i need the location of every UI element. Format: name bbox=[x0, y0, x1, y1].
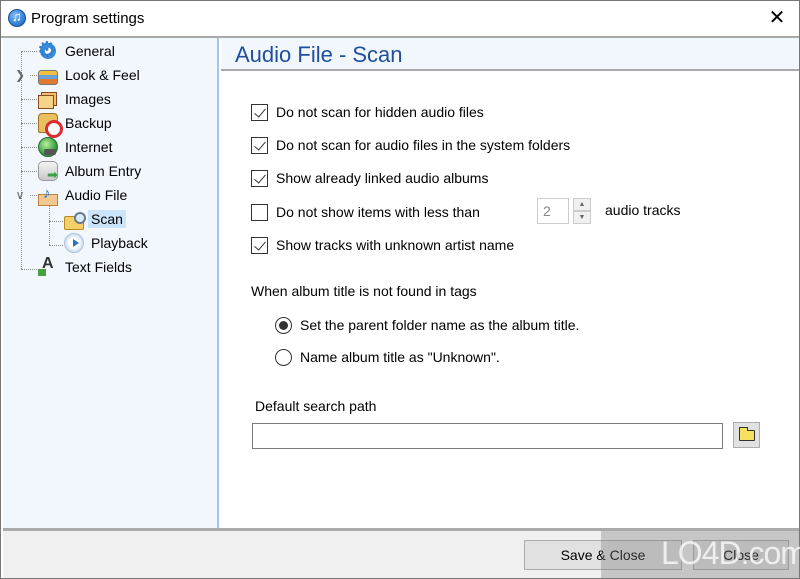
tree-item-label: Images bbox=[65, 91, 111, 107]
tree-line bbox=[30, 195, 37, 196]
option-system-folders[interactable]: Do not scan for audio files in the syste… bbox=[251, 134, 570, 156]
browse-folder-button[interactable] bbox=[733, 422, 760, 448]
checkbox-unknown-artist[interactable] bbox=[251, 236, 268, 254]
tree-item-look-feel[interactable]: Look & Feel bbox=[38, 64, 143, 86]
radio-unknown[interactable]: Name album title as "Unknown". bbox=[275, 346, 500, 368]
text-fields-icon bbox=[38, 255, 58, 277]
option-label: Show already linked audio albums bbox=[276, 170, 489, 186]
album-title-section-label: When album title is not found in tags bbox=[251, 283, 477, 299]
tree-item-label: Playback bbox=[91, 235, 148, 251]
radio-button[interactable] bbox=[275, 348, 292, 366]
tree-line bbox=[49, 206, 50, 245]
checkbox-hidden-files[interactable] bbox=[251, 103, 268, 121]
gear-icon bbox=[37, 37, 58, 63]
tree-item-internet[interactable]: Internet bbox=[38, 136, 115, 158]
tree-line bbox=[21, 171, 37, 172]
radio-button[interactable] bbox=[275, 316, 292, 334]
album-entry-icon bbox=[38, 161, 58, 183]
program-settings-window: Program settings ✕ ❯ ∨ General Look & Fe… bbox=[0, 0, 800, 579]
tree-item-label: Text Fields bbox=[65, 259, 132, 275]
tree-line bbox=[21, 269, 37, 270]
tree-line bbox=[21, 51, 22, 269]
tree-item-text-fields[interactable]: Text Fields bbox=[38, 255, 135, 278]
watermark-overlay: LO4D.com bbox=[601, 531, 800, 579]
watermark-text: LO4D.com bbox=[661, 535, 800, 571]
tree-line bbox=[21, 99, 37, 100]
checkbox-linked-albums[interactable] bbox=[251, 169, 268, 187]
tree-line bbox=[21, 147, 37, 148]
radio-parent-folder[interactable]: Set the parent folder name as the album … bbox=[275, 314, 579, 336]
scan-folder-icon bbox=[64, 212, 86, 230]
tree-item-playback[interactable]: Playback bbox=[64, 232, 151, 254]
tree-item-general[interactable]: General bbox=[37, 37, 118, 63]
tree-line bbox=[21, 123, 37, 124]
settings-panel: Audio File - Scan Do not scan for hidden… bbox=[221, 38, 799, 528]
title-bar: Program settings ✕ bbox=[1, 1, 799, 36]
tree-line bbox=[49, 245, 63, 246]
tree-item-label: Scan bbox=[88, 210, 126, 228]
option-min-tracks[interactable]: Do not show items with less than bbox=[251, 201, 480, 223]
tree-item-label: General bbox=[65, 43, 115, 59]
tree-item-label: Album Entry bbox=[65, 163, 142, 179]
tree-line bbox=[49, 221, 63, 222]
tree-item-scan[interactable]: Scan bbox=[64, 208, 126, 230]
search-path-label: Default search path bbox=[255, 398, 377, 414]
tree-item-label: Look & Feel bbox=[65, 67, 140, 83]
expand-chevron-icon[interactable]: ❯ bbox=[14, 68, 26, 82]
tree-line bbox=[21, 51, 37, 52]
option-linked-albums[interactable]: Show already linked audio albums bbox=[251, 167, 488, 189]
images-icon bbox=[38, 95, 54, 109]
search-path-input[interactable] bbox=[252, 423, 723, 449]
min-tracks-stepper[interactable]: 2 ▲ ▼ bbox=[537, 198, 591, 224]
option-label: Do not scan for hidden audio files bbox=[276, 104, 484, 120]
close-x-icon: ✕ bbox=[768, 7, 786, 29]
tree-item-label: Audio File bbox=[65, 187, 128, 203]
tree-item-label: Internet bbox=[65, 139, 113, 155]
open-folder-icon bbox=[739, 427, 755, 441]
min-tracks-value[interactable]: 2 bbox=[537, 198, 569, 224]
tree-item-label: Backup bbox=[65, 115, 112, 131]
tree-item-album-entry[interactable]: Album Entry bbox=[38, 160, 144, 183]
radio-label: Set the parent folder name as the album … bbox=[300, 317, 580, 333]
playback-icon bbox=[64, 233, 84, 253]
window-title: Program settings bbox=[31, 10, 145, 27]
checkbox-system-folders[interactable] bbox=[251, 136, 268, 154]
panel-title: Audio File - Scan bbox=[235, 42, 403, 67]
backup-icon bbox=[38, 113, 63, 138]
radio-label: Name album title as "Unknown". bbox=[300, 349, 500, 365]
spin-down-button[interactable]: ▼ bbox=[573, 211, 591, 224]
globe-icon bbox=[38, 137, 58, 157]
checkbox-min-tracks[interactable] bbox=[251, 203, 268, 221]
audio-file-icon bbox=[38, 185, 58, 206]
option-label: Show tracks with unknown artist name bbox=[276, 237, 515, 253]
spin-up-button[interactable]: ▲ bbox=[573, 198, 591, 211]
tree-item-audio-file[interactable]: Audio File bbox=[38, 184, 130, 206]
settings-tree: ❯ ∨ General Look & Feel Images Backup In… bbox=[3, 37, 219, 528]
min-tracks-suffix: audio tracks bbox=[605, 202, 681, 218]
option-hidden-files[interactable]: Do not scan for hidden audio files bbox=[251, 101, 484, 123]
collapse-chevron-icon[interactable]: ∨ bbox=[14, 188, 26, 202]
tree-item-images[interactable]: Images bbox=[38, 88, 114, 110]
app-music-icon bbox=[8, 9, 26, 27]
panel-header: Audio File - Scan bbox=[221, 38, 799, 71]
palette-icon bbox=[38, 69, 58, 85]
option-unknown-artist[interactable]: Show tracks with unknown artist name bbox=[251, 234, 514, 256]
tree-item-backup[interactable]: Backup bbox=[38, 112, 115, 138]
close-window-button[interactable]: ✕ bbox=[763, 5, 791, 31]
option-label: Do not show items with less than bbox=[276, 204, 480, 220]
tree-line bbox=[30, 75, 37, 76]
option-label: Do not scan for audio files in the syste… bbox=[276, 137, 571, 153]
